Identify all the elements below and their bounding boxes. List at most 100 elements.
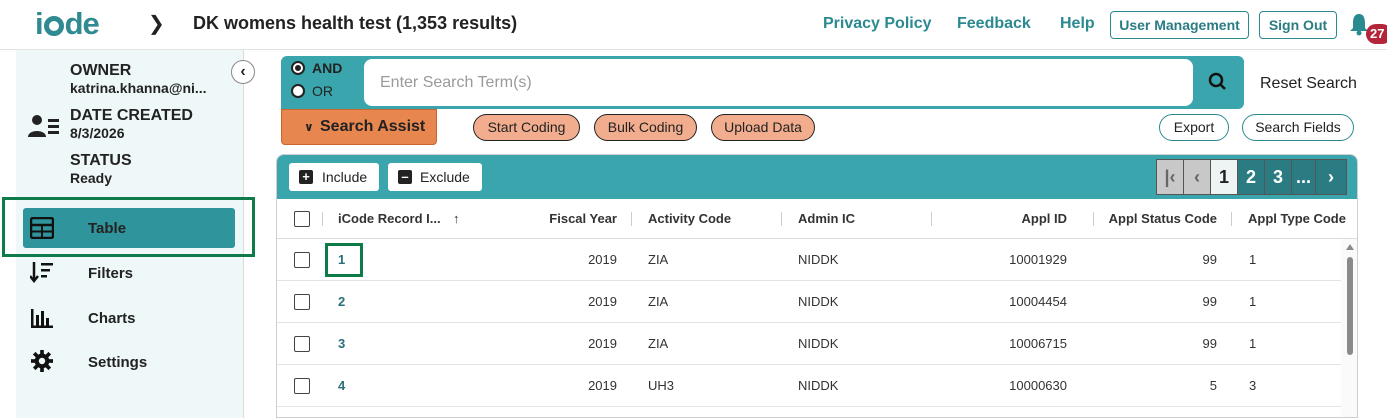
- page-3-button[interactable]: 3: [1265, 160, 1292, 194]
- vertical-scrollbar[interactable]: [1341, 239, 1357, 417]
- search-assist-button[interactable]: ∨ Search Assist: [281, 109, 437, 145]
- column-header-appl-id[interactable]: Appl ID: [977, 211, 1068, 226]
- table-toolbar: + Include – Exclude |‹ ‹ 1 2 3 ... ›: [277, 155, 1357, 199]
- table-row[interactable]: 2 2019 ZIA NIDDK 10004454 99 1: [277, 281, 1341, 323]
- cell-admin-ic: NIDDK: [798, 252, 839, 267]
- cell-appl-id: 10000630: [1009, 378, 1067, 393]
- include-button[interactable]: + Include: [289, 163, 379, 191]
- cell-activity-code: ZIA: [648, 294, 669, 309]
- column-header-appl-type-code[interactable]: Appl Type Code: [1248, 211, 1346, 226]
- start-coding-button[interactable]: Start Coding: [473, 114, 580, 141]
- scroll-up-icon[interactable]: [1346, 244, 1354, 250]
- user-list-icon: [28, 115, 59, 137]
- table-row[interactable]: 1 2019 ZIA NIDDK 10001929 99 1: [277, 239, 1341, 281]
- cell-activity-code: ZIA: [648, 252, 669, 267]
- focus-outline: [325, 243, 363, 277]
- cell-appl-id: 10006715: [1009, 336, 1067, 351]
- owner-value: katrina.khanna@ni...: [70, 80, 207, 96]
- scrollbar-thumb[interactable]: [1347, 257, 1353, 355]
- cell-appl-type-code: 1: [1249, 336, 1257, 351]
- pagination: |‹ ‹ 1 2 3 ... ›: [1156, 159, 1347, 195]
- table-header: iCode Record I... ↑ Fiscal Year Activity…: [277, 199, 1357, 239]
- results-table: + Include – Exclude |‹ ‹ 1 2 3 ... › iCode…: [276, 154, 1358, 418]
- record-id-link[interactable]: 3: [338, 336, 345, 351]
- reset-search-button[interactable]: Reset Search: [1260, 75, 1357, 93]
- sidebar-item-table[interactable]: [23, 208, 235, 248]
- column-header-appl-status-code[interactable]: Appl Status Code: [1097, 211, 1217, 226]
- prev-page-icon[interactable]: ‹: [1184, 160, 1211, 194]
- table-row[interactable]: 3 2019 ZIA NIDDK 10006715 99 1: [277, 323, 1341, 365]
- cell-appl-status-code: 99: [1202, 294, 1217, 309]
- bar-chart-icon[interactable]: [30, 307, 54, 329]
- search-input[interactable]: [364, 59, 1193, 106]
- user-management-button[interactable]: User Management: [1110, 11, 1249, 39]
- collapse-sidebar-button[interactable]: ‹: [231, 60, 255, 84]
- row-checkbox[interactable]: [294, 378, 310, 394]
- notification-badge[interactable]: 27: [1366, 24, 1387, 44]
- cell-fiscal-year: 2019: [588, 336, 617, 351]
- column-header-record-id[interactable]: iCode Record I...: [338, 211, 441, 226]
- cell-appl-status-code: 5: [1209, 378, 1217, 393]
- cell-appl-type-code: 1: [1249, 252, 1257, 267]
- cell-admin-ic: NIDDK: [798, 378, 839, 393]
- chevron-down-icon: ∨: [304, 120, 314, 134]
- sort-asc-icon[interactable]: ↑: [453, 211, 460, 226]
- first-page-icon[interactable]: |‹: [1157, 160, 1184, 194]
- status-value: Ready: [70, 170, 113, 186]
- column-header-admin-ic[interactable]: Admin IC: [798, 211, 855, 226]
- date-created-label: DATE CREATED: [70, 107, 193, 124]
- logo-gear-icon: [43, 16, 64, 36]
- cell-appl-status-code: 99: [1202, 336, 1217, 351]
- record-id-link[interactable]: 4: [338, 378, 345, 393]
- column-header-activity-code[interactable]: Activity Code: [648, 211, 731, 226]
- row-checkbox[interactable]: [294, 336, 310, 352]
- column-header-fiscal-year[interactable]: Fiscal Year: [541, 211, 617, 226]
- cell-appl-id: 10001929: [1009, 252, 1067, 267]
- help-link[interactable]: Help: [1060, 15, 1095, 33]
- bulk-coding-button[interactable]: Bulk Coding: [594, 114, 697, 141]
- row-checkbox[interactable]: [294, 252, 310, 268]
- cell-admin-ic: NIDDK: [798, 336, 839, 351]
- table-row[interactable]: 4 2019 UH3 NIDDK 10000630 5 3: [277, 365, 1341, 407]
- and-label: AND: [312, 60, 343, 76]
- and-radio[interactable]: [291, 61, 305, 75]
- feedback-link[interactable]: Feedback: [957, 15, 1031, 33]
- page-ellipsis[interactable]: ...: [1292, 160, 1316, 194]
- cell-fiscal-year: 2019: [588, 252, 617, 267]
- cell-admin-ic: NIDDK: [798, 294, 839, 309]
- select-all-checkbox[interactable]: [294, 211, 310, 227]
- sidebar-item-charts[interactable]: Charts: [88, 310, 136, 327]
- minus-icon: –: [398, 170, 412, 184]
- page-1-button[interactable]: 1: [1211, 160, 1238, 194]
- cell-appl-id: 10004454: [1009, 294, 1067, 309]
- top-bar: i de ❯ DK womens health test (1,353 resul…: [0, 0, 1387, 50]
- or-label: OR: [312, 83, 333, 99]
- filters-icon[interactable]: [30, 261, 54, 283]
- cell-fiscal-year: 2019: [588, 294, 617, 309]
- sidebar-item-settings[interactable]: Settings: [88, 354, 147, 371]
- row-checkbox[interactable]: [294, 294, 310, 310]
- cell-activity-code: UH3: [648, 378, 675, 393]
- icode-logo[interactable]: i de: [35, 6, 100, 42]
- privacy-policy-link[interactable]: Privacy Policy: [823, 15, 932, 33]
- sidebar-item-filters[interactable]: Filters: [88, 265, 133, 282]
- record-id-link[interactable]: 2: [338, 294, 345, 309]
- cell-fiscal-year: 2019: [588, 378, 617, 393]
- page-title: DK womens health test (1,353 results): [193, 13, 518, 33]
- page-2-button[interactable]: 2: [1238, 160, 1265, 194]
- or-radio[interactable]: [291, 84, 305, 98]
- upload-data-button[interactable]: Upload Data: [711, 114, 815, 141]
- plus-icon: +: [299, 170, 313, 184]
- next-page-icon[interactable]: ›: [1316, 160, 1346, 194]
- cell-activity-code: ZIA: [648, 336, 669, 351]
- table-icon: [30, 217, 54, 239]
- gear-icon[interactable]: [30, 350, 54, 372]
- exclude-button[interactable]: – Exclude: [388, 163, 482, 191]
- sign-out-button[interactable]: Sign Out: [1259, 11, 1337, 39]
- date-created-value: 8/3/2026: [70, 125, 125, 141]
- search-icon[interactable]: [1200, 66, 1234, 98]
- chevron-right-icon: ❯: [148, 13, 165, 35]
- search-fields-button[interactable]: Search Fields: [1242, 114, 1354, 141]
- export-button[interactable]: Export: [1159, 114, 1229, 141]
- cell-appl-status-code: 99: [1202, 252, 1217, 267]
